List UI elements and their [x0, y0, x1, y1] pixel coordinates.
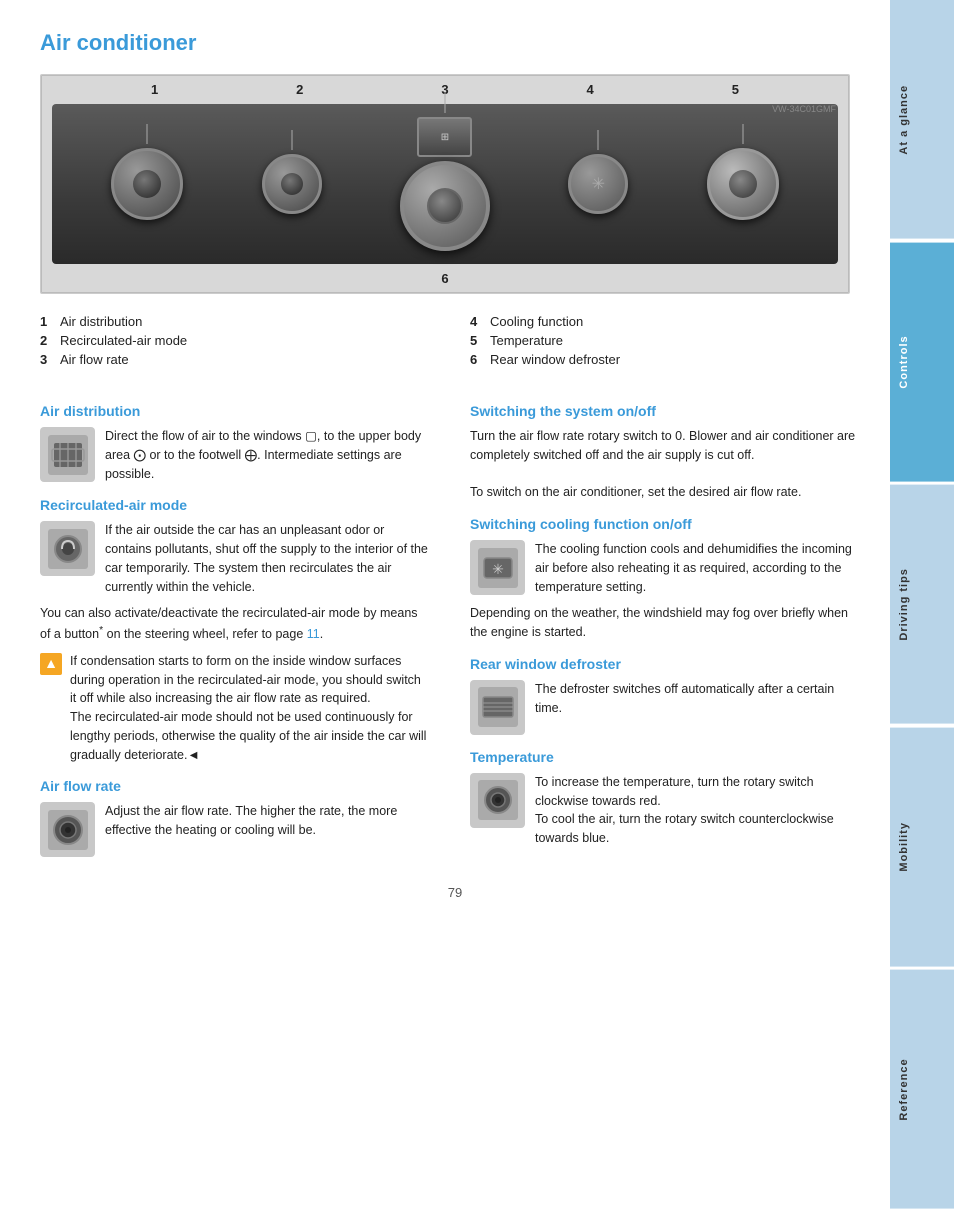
list-item-5: 5 Temperature [470, 333, 870, 348]
warning-row: ▲ If condensation starts to form on the … [40, 652, 430, 765]
section-title-temperature: Temperature [470, 749, 860, 765]
recirculated-icon [40, 521, 95, 576]
sidebar: At a glance Controls Driving tips Mobili… [890, 0, 954, 1213]
item-num-4: 4 [470, 314, 484, 329]
diagram-label-1: 1 [151, 82, 158, 97]
temperature-row: To increase the temperature, turn the ro… [470, 773, 860, 848]
air-distribution-row: Direct the flow of air to the windows ▢,… [40, 427, 430, 483]
cooling-icon: ✳ [470, 540, 525, 595]
switching-system-body: Turn the air flow rate rotary switch to … [470, 427, 860, 502]
diagram-watermark: VW-34C01GMF [772, 104, 836, 114]
air-distribution-body: Direct the flow of air to the windows ▢,… [105, 427, 430, 483]
sidebar-tab-reference[interactable]: Reference [890, 970, 954, 1209]
defroster-icon [470, 680, 525, 735]
item-text-4: Cooling function [490, 314, 583, 329]
recirculated-body: If the air outside the car has an unplea… [105, 521, 430, 596]
numbered-items-list: 1 Air distribution 4 Cooling function 2 … [40, 314, 870, 367]
diagram-label-5: 5 [732, 82, 739, 97]
section-title-switching-system: Switching the system on/off [470, 403, 860, 419]
item-num-2: 2 [40, 333, 54, 348]
airflow-icon [40, 802, 95, 857]
warning-icon: ▲ [40, 653, 62, 675]
defroster-row: The defroster switches off automatically… [470, 680, 860, 735]
list-item-4: 4 Cooling function [470, 314, 870, 329]
sidebar-tab-controls[interactable]: Controls [890, 243, 954, 482]
item-text-3: Air flow rate [60, 352, 129, 367]
item-text-1: Air distribution [60, 314, 142, 329]
page-number: 79 [40, 885, 870, 900]
svg-text:✳: ✳ [492, 561, 504, 577]
item-num-1: 1 [40, 314, 54, 329]
temperature-icon [470, 773, 525, 828]
sidebar-tab-mobility[interactable]: Mobility [890, 728, 954, 967]
ac-diagram: 1 2 3 4 5 [40, 74, 850, 294]
item-num-5: 5 [470, 333, 484, 348]
list-item-1: 1 Air distribution [40, 314, 440, 329]
cooling-body: The cooling function cools and dehumidif… [535, 540, 860, 596]
defroster-body: The defroster switches off automatically… [535, 680, 860, 718]
item-text-5: Temperature [490, 333, 563, 348]
recirculated-row: If the air outside the car has an unplea… [40, 521, 430, 596]
list-item-6: 6 Rear window defroster [470, 352, 870, 367]
page-title: Air conditioner [40, 30, 870, 56]
sidebar-tab-at-a-glance[interactable]: At a glance [890, 0, 954, 239]
switching-cooling-row: ✳ The cooling function cools and dehumid… [470, 540, 860, 596]
item-num-6: 6 [470, 352, 484, 367]
air-distribution-icon [40, 427, 95, 482]
sidebar-tab-driving-tips[interactable]: Driving tips [890, 485, 954, 724]
item-text-2: Recirculated-air mode [60, 333, 187, 348]
section-title-switching-cooling: Switching cooling function on/off [470, 516, 860, 532]
list-item-3: 3 Air flow rate [40, 352, 440, 367]
section-title-air-distribution: Air distribution [40, 403, 430, 419]
section-title-airflow: Air flow rate [40, 778, 430, 794]
diagram-label-4: 4 [587, 82, 594, 97]
item-num-3: 3 [40, 352, 54, 367]
airflow-row: Adjust the air flow rate. The higher the… [40, 802, 430, 857]
section-title-recirculated: Recirculated-air mode [40, 497, 430, 513]
airflow-body: Adjust the air flow rate. The higher the… [105, 802, 430, 840]
recirculated-para2: You can also activate/deactivate the rec… [40, 604, 430, 644]
list-item-2: 2 Recirculated-air mode [40, 333, 440, 348]
item-text-6: Rear window defroster [490, 352, 620, 367]
diagram-label-6: 6 [441, 271, 448, 286]
diagram-label-2: 2 [296, 82, 303, 97]
section-title-defroster: Rear window defroster [470, 656, 860, 672]
temperature-body: To increase the temperature, turn the ro… [535, 773, 860, 848]
cooling-body-2: Depending on the weather, the windshield… [470, 604, 860, 642]
warning-body: If condensation starts to form on the in… [70, 652, 430, 765]
